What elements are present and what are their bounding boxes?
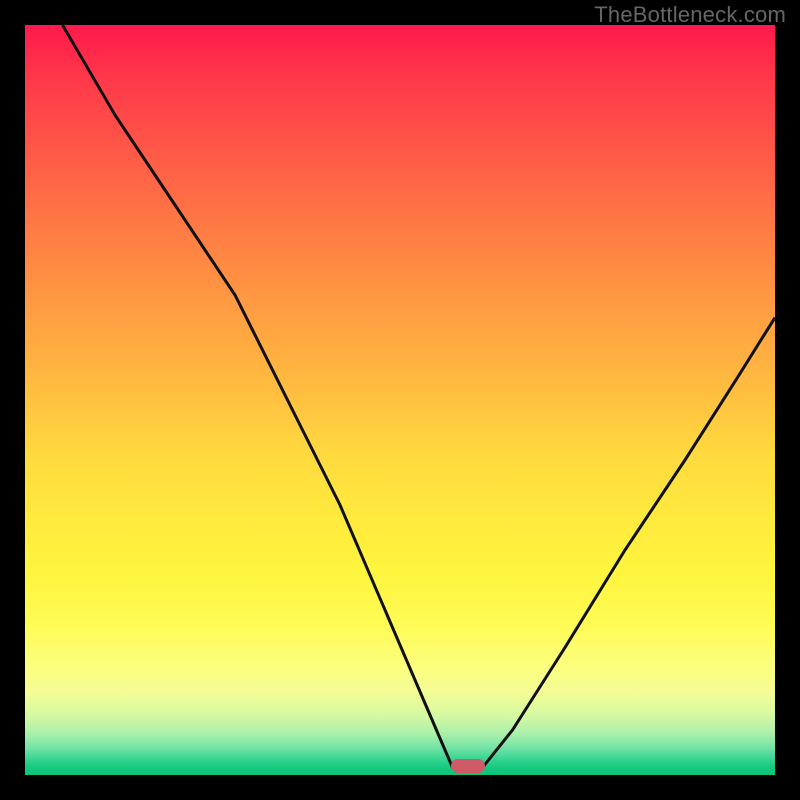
optimal-marker — [451, 759, 485, 773]
plot-area — [25, 25, 775, 775]
chart-frame: TheBottleneck.com — [0, 0, 800, 800]
curve-path — [63, 25, 776, 768]
watermark-text: TheBottleneck.com — [594, 2, 786, 28]
bottleneck-curve — [25, 25, 775, 775]
